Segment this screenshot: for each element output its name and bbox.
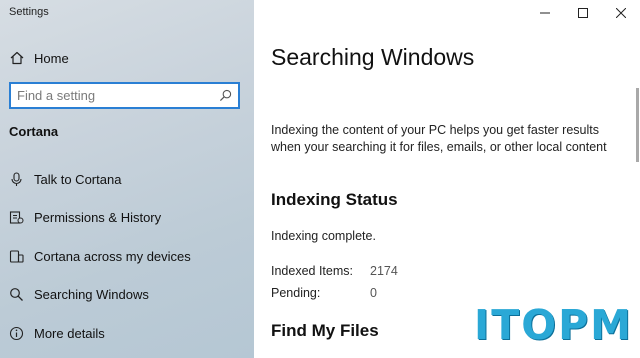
nav-list: Talk to Cortana Permissions & History Co… [0,160,254,353]
indexed-items-value: 2174 [370,264,398,278]
permissions-icon [9,210,24,225]
home-nav-item[interactable]: Home [9,47,69,69]
sidebar-item-permissions-history[interactable]: Permissions & History [0,199,254,238]
find-my-files-heading: Find My Files [271,321,379,340]
search-box[interactable] [9,82,240,109]
watermark-logo: ITOPM [474,301,633,349]
sidebar-item-more-details[interactable]: More details [0,314,254,353]
indexing-status-heading: Indexing Status [271,190,398,209]
window-controls [526,0,640,26]
scrollbar[interactable] [636,88,639,162]
sidebar-item-talk-to-cortana[interactable]: Talk to Cortana [0,160,254,199]
pending-value: 0 [370,286,377,300]
sidebar-item-cortana-across-devices[interactable]: Cortana across my devices [0,237,254,276]
indexed-items-label: Indexed Items: [271,264,353,278]
search-input[interactable] [17,88,219,103]
maximize-button[interactable] [564,0,602,26]
sidebar-item-label: Talk to Cortana [34,171,122,187]
info-icon [9,326,24,341]
close-button[interactable] [602,0,640,26]
home-label: Home [34,50,69,66]
microphone-icon [9,172,24,187]
sidebar-item-label: Cortana across my devices [34,248,191,264]
home-icon [10,51,24,65]
minimize-icon [540,12,550,14]
sidebar: Settings Home Cortana Talk to Cortana [0,0,254,358]
section-heading: Cortana [9,124,59,139]
description-text: Indexing the content of your PC helps yo… [271,123,607,154]
search-icon [9,287,24,302]
close-icon [616,8,626,18]
devices-icon [9,249,24,264]
minimize-button[interactable] [526,0,564,26]
window-title: Settings [9,6,49,18]
page-title: Searching Windows [271,44,475,70]
sidebar-item-label: Permissions & History [34,210,162,226]
sidebar-item-label: More details [34,325,105,341]
search-icon[interactable] [219,89,232,102]
pending-label: Pending: [271,286,321,300]
sidebar-item-label: Searching Windows [34,287,149,303]
maximize-icon [578,8,588,18]
indexing-status-text: Indexing complete. [271,229,376,243]
sidebar-item-searching-windows[interactable]: Searching Windows [0,276,254,315]
